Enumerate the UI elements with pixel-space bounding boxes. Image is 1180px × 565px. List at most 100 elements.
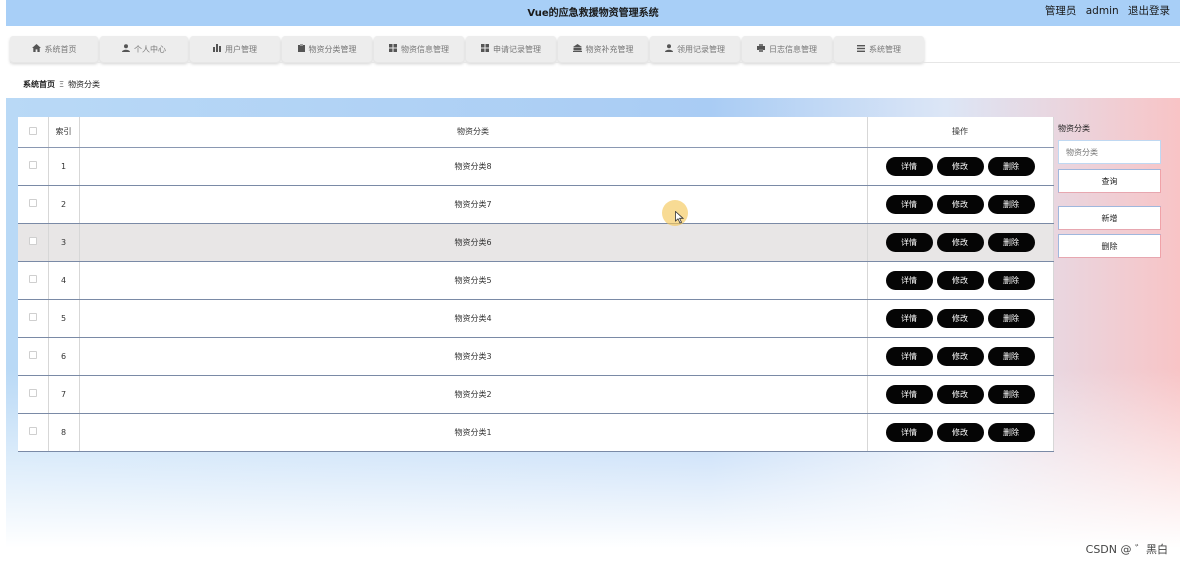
row-index: 4 xyxy=(48,261,80,300)
logout-link[interactable]: 退出登录 xyxy=(1128,5,1170,17)
main-nav: 系统首页 个人中心 用户管理 物资分类管理 物资信息管理 申请记录管理 物资补充… xyxy=(10,36,926,62)
edit-button[interactable]: 修改 xyxy=(936,194,984,214)
row-checkbox[interactable] xyxy=(28,161,37,169)
edit-button[interactable]: 修改 xyxy=(936,346,984,366)
row-select-cell xyxy=(18,185,49,224)
edit-button[interactable]: 修改 xyxy=(936,384,984,404)
breadcrumb: 系统首页 Ξ 物资分类 xyxy=(23,79,100,90)
row-select-cell xyxy=(18,413,49,452)
breadcrumb-current: 物资分类 xyxy=(68,80,101,89)
table-row[interactable]: 4 物资分类5 详情 修改 删除 xyxy=(18,261,1054,300)
row-select-cell xyxy=(18,375,49,414)
row-checkbox[interactable] xyxy=(28,199,37,207)
delete-button[interactable]: 删除 xyxy=(987,270,1035,290)
table-row[interactable]: 6 物资分类3 详情 修改 删除 xyxy=(18,337,1054,376)
nav-item-supplement[interactable]: 物资补充管理 xyxy=(558,36,648,62)
table-row[interactable]: 5 物资分类4 详情 修改 删除 xyxy=(18,299,1054,338)
row-checkbox[interactable] xyxy=(28,427,37,435)
grid-icon xyxy=(389,44,397,54)
row-actions: 详情 修改 删除 xyxy=(867,337,1054,376)
table-row[interactable]: 2 物资分类7 详情 修改 删除 xyxy=(18,185,1054,224)
row-actions: 详情 修改 删除 xyxy=(867,299,1054,338)
search-button[interactable]: 查询 xyxy=(1058,169,1161,193)
edit-button[interactable]: 修改 xyxy=(936,308,984,328)
detail-button[interactable]: 详情 xyxy=(885,156,933,176)
row-select-cell xyxy=(18,337,49,376)
row-index: 7 xyxy=(48,375,80,414)
row-select-cell xyxy=(18,299,49,338)
watermark: CSDN @ ゛黑白 xyxy=(1085,543,1168,556)
nav-label: 申请记录管理 xyxy=(493,44,541,54)
row-checkbox[interactable] xyxy=(28,313,37,321)
nav-item-personal-center[interactable]: 个人中心 xyxy=(100,36,188,62)
nav-item-home[interactable]: 系统首页 xyxy=(10,36,98,62)
nav-item-system[interactable]: 系统管理 xyxy=(834,36,924,62)
select-all-checkbox[interactable] xyxy=(28,126,37,135)
delete-button[interactable]: 删除 xyxy=(987,346,1035,366)
nav-item-log-info[interactable]: 日志信息管理 xyxy=(742,36,832,62)
app-title: Vue的应急救援物资管理系统 xyxy=(527,8,659,19)
delete-button[interactable]: 删除 xyxy=(987,384,1035,404)
detail-button[interactable]: 详情 xyxy=(885,232,933,252)
detail-button[interactable]: 详情 xyxy=(885,422,933,442)
detail-button[interactable]: 详情 xyxy=(885,194,933,214)
detail-button[interactable]: 详情 xyxy=(885,270,933,290)
nav-item-receive-records[interactable]: 领用记录管理 xyxy=(650,36,740,62)
user-icon xyxy=(122,44,130,54)
table-row[interactable]: 3 物资分类6 详情 修改 删除 xyxy=(18,223,1054,262)
user-area: 管理员 admin 退出登录 xyxy=(1039,3,1170,18)
search-label: 物资分类 xyxy=(1058,124,1090,133)
edit-button[interactable]: 修改 xyxy=(936,232,984,252)
user-role: 管理员 xyxy=(1044,5,1077,17)
header-index: 索引 xyxy=(48,117,80,148)
nav-label: 系统首页 xyxy=(44,44,77,54)
row-category: 物资分类1 xyxy=(79,413,868,452)
page: Vue的应急救援物资管理系统 管理员 admin 退出登录 系统首页 个人中心 … xyxy=(6,0,1180,565)
row-actions: 详情 修改 删除 xyxy=(867,223,1054,262)
delete-button[interactable]: 删除 xyxy=(987,194,1035,214)
row-actions: 详情 修改 删除 xyxy=(867,185,1054,224)
table-body: 1 物资分类8 详情 修改 删除 2 物资分类7 详情 修改 删除 3 物资分类6 详情 修改 删除 4 物资分… xyxy=(18,147,1054,452)
row-actions: 详情 修改 删除 xyxy=(867,147,1054,186)
row-select-cell xyxy=(18,147,49,186)
nav-item-user-management[interactable]: 用户管理 xyxy=(190,36,280,62)
delete-button[interactable]: 删除 xyxy=(987,156,1035,176)
detail-button[interactable]: 详情 xyxy=(885,308,933,328)
mouse-cursor-icon xyxy=(675,211,684,224)
header-actions: 操作 xyxy=(867,117,1054,148)
grid-icon xyxy=(481,44,489,54)
delete-button[interactable]: 删除 xyxy=(987,422,1035,442)
detail-button[interactable]: 详情 xyxy=(885,346,933,366)
breadcrumb-home[interactable]: 系统首页 xyxy=(23,80,55,89)
nav-item-material-info[interactable]: 物资信息管理 xyxy=(374,36,464,62)
row-checkbox[interactable] xyxy=(28,237,37,245)
row-category: 物资分类2 xyxy=(79,375,868,414)
edit-button[interactable]: 修改 xyxy=(936,156,984,176)
row-checkbox[interactable] xyxy=(28,275,37,283)
table-row[interactable]: 7 物资分类2 详情 修改 删除 xyxy=(18,375,1054,414)
row-checkbox[interactable] xyxy=(28,389,37,397)
row-index: 6 xyxy=(48,337,80,376)
batch-delete-button[interactable]: 删除 xyxy=(1058,234,1161,258)
category-search-input[interactable] xyxy=(1058,140,1161,164)
edit-button[interactable]: 修改 xyxy=(936,422,984,442)
nav-label: 系统管理 xyxy=(869,44,901,54)
row-index: 8 xyxy=(48,413,80,452)
table-row[interactable]: 1 物资分类8 详情 修改 删除 xyxy=(18,147,1054,186)
row-actions: 详情 修改 删除 xyxy=(867,413,1054,452)
row-index: 5 xyxy=(48,299,80,338)
delete-button[interactable]: 删除 xyxy=(987,308,1035,328)
delete-button[interactable]: 删除 xyxy=(987,232,1035,252)
nav-item-application-records[interactable]: 申请记录管理 xyxy=(466,36,556,62)
bank-icon xyxy=(572,44,582,54)
nav-label: 物资信息管理 xyxy=(401,44,449,54)
nav-label: 用户管理 xyxy=(225,44,257,54)
header-category: 物资分类 xyxy=(79,117,868,148)
edit-button[interactable]: 修改 xyxy=(936,270,984,290)
detail-button[interactable]: 详情 xyxy=(885,384,933,404)
nav-item-category-management[interactable]: 物资分类管理 xyxy=(282,36,372,62)
row-checkbox[interactable] xyxy=(28,351,37,359)
add-button[interactable]: 新增 xyxy=(1058,206,1161,230)
clipboard-icon xyxy=(297,44,305,54)
table-row[interactable]: 8 物资分类1 详情 修改 删除 xyxy=(18,413,1054,452)
